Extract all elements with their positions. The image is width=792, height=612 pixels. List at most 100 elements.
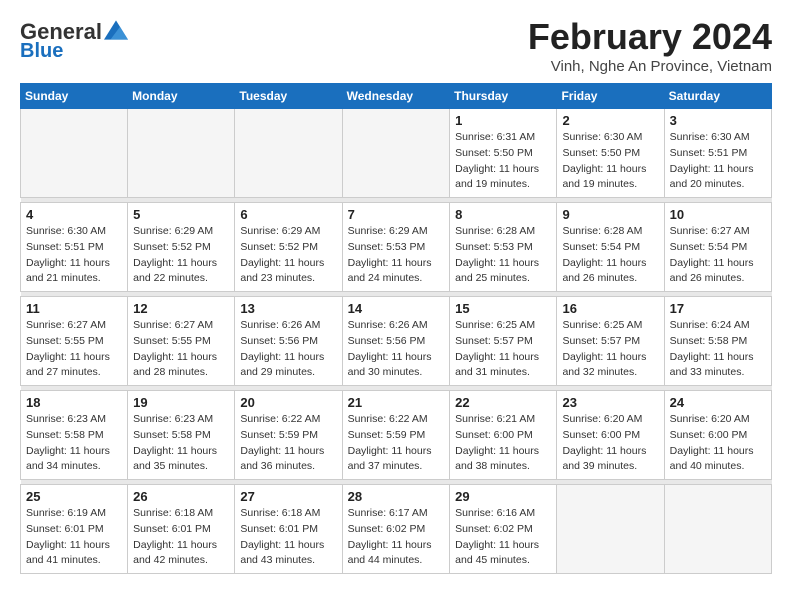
day-number: 28	[348, 489, 445, 504]
calendar-cell: 28 Sunrise: 6:17 AMSunset: 6:02 PMDayligh…	[342, 485, 450, 574]
day-info: Sunrise: 6:28 AMSunset: 5:53 PMDaylight:…	[455, 224, 551, 287]
calendar-cell: 3 Sunrise: 6:30 AMSunset: 5:51 PMDaylight…	[664, 109, 771, 198]
calendar-cell: 24 Sunrise: 6:20 AMSunset: 6:00 PMDayligh…	[664, 391, 771, 480]
calendar-cell: 8 Sunrise: 6:28 AMSunset: 5:53 PMDaylight…	[450, 203, 557, 292]
day-info: Sunrise: 6:27 AMSunset: 5:54 PMDaylight:…	[670, 224, 766, 287]
day-info: Sunrise: 6:25 AMSunset: 5:57 PMDaylight:…	[455, 318, 551, 381]
calendar-cell: 1Sunrise: 6:31 AMSunset: 5:50 PMDaylight…	[450, 109, 557, 198]
day-number: 6	[240, 207, 336, 222]
title-area: February 2024 Vinh, Nghe An Province, Vi…	[528, 16, 772, 75]
calendar-cell: 19 Sunrise: 6:23 AMSunset: 5:58 PMDayligh…	[128, 391, 235, 480]
calendar-table: SundayMondayTuesdayWednesdayThursdayFrid…	[20, 83, 772, 574]
day-number: 24	[670, 395, 766, 410]
calendar-cell: 7Sunrise: 6:29 AMSunset: 5:53 PMDaylight…	[342, 203, 450, 292]
day-info: Sunrise: 6:30 AMSunset: 5:50 PMDaylight:…	[562, 130, 658, 193]
day-info: Sunrise: 6:30 AMSunset: 5:51 PMDaylight:…	[26, 224, 122, 287]
calendar-header-row: SundayMondayTuesdayWednesdayThursdayFrid…	[21, 84, 772, 109]
day-info: Sunrise: 6:27 AMSunset: 5:55 PMDaylight:…	[133, 318, 229, 381]
day-info: Sunrise: 6:24 AMSunset: 5:58 PMDaylight:…	[670, 318, 766, 381]
calendar-cell: 27 Sunrise: 6:18 AMSunset: 6:01 PMDayligh…	[235, 485, 342, 574]
day-number: 20	[240, 395, 336, 410]
calendar-cell: 11 Sunrise: 6:27 AMSunset: 5:55 PMDayligh…	[21, 297, 128, 386]
calendar-week-row: 25 Sunrise: 6:19 AMSunset: 6:01 PMDayligh…	[21, 485, 772, 574]
calendar-cell	[21, 109, 128, 198]
calendar-week-row: 11 Sunrise: 6:27 AMSunset: 5:55 PMDayligh…	[21, 297, 772, 386]
day-info: Sunrise: 6:26 AMSunset: 5:56 PMDaylight:…	[348, 318, 445, 381]
calendar-cell: 29Sunrise: 6:16 AMSunset: 6:02 PMDayligh…	[450, 485, 557, 574]
calendar-cell	[235, 109, 342, 198]
day-info: Sunrise: 6:23 AMSunset: 5:58 PMDaylight:…	[26, 412, 122, 475]
day-info: Sunrise: 6:29 AMSunset: 5:52 PMDaylight:…	[133, 224, 229, 287]
day-number: 4	[26, 207, 122, 222]
location-subtitle: Vinh, Nghe An Province, Vietnam	[528, 58, 772, 75]
day-info: Sunrise: 6:18 AMSunset: 6:01 PMDaylight:…	[133, 506, 229, 569]
day-number: 17	[670, 301, 766, 316]
day-of-week-header: Monday	[128, 84, 235, 109]
day-of-week-header: Saturday	[664, 84, 771, 109]
calendar-cell: 17 Sunrise: 6:24 AMSunset: 5:58 PMDayligh…	[664, 297, 771, 386]
day-number: 27	[240, 489, 336, 504]
day-info: Sunrise: 6:21 AMSunset: 6:00 PMDaylight:…	[455, 412, 551, 475]
day-info: Sunrise: 6:18 AMSunset: 6:01 PMDaylight:…	[240, 506, 336, 569]
header: General Blue February 2024 Vinh, Nghe An…	[20, 16, 772, 75]
day-number: 21	[348, 395, 445, 410]
day-info: Sunrise: 6:30 AMSunset: 5:51 PMDaylight:…	[670, 130, 766, 193]
day-number: 10	[670, 207, 766, 222]
calendar-week-row: 1Sunrise: 6:31 AMSunset: 5:50 PMDaylight…	[21, 109, 772, 198]
day-number: 18	[26, 395, 122, 410]
month-year-title: February 2024	[528, 16, 772, 58]
day-number: 16	[562, 301, 658, 316]
day-number: 3	[670, 113, 766, 128]
calendar-cell: 10 Sunrise: 6:27 AMSunset: 5:54 PMDayligh…	[664, 203, 771, 292]
day-number: 19	[133, 395, 229, 410]
day-info: Sunrise: 6:20 AMSunset: 6:00 PMDaylight:…	[562, 412, 658, 475]
day-number: 1	[455, 113, 551, 128]
day-number: 8	[455, 207, 551, 222]
day-number: 15	[455, 301, 551, 316]
day-of-week-header: Tuesday	[235, 84, 342, 109]
day-number: 11	[26, 301, 122, 316]
day-info: Sunrise: 6:20 AMSunset: 6:00 PMDaylight:…	[670, 412, 766, 475]
day-number: 2	[562, 113, 658, 128]
day-info: Sunrise: 6:29 AMSunset: 5:53 PMDaylight:…	[348, 224, 445, 287]
day-number: 12	[133, 301, 229, 316]
calendar-cell: 22 Sunrise: 6:21 AMSunset: 6:00 PMDayligh…	[450, 391, 557, 480]
day-number: 25	[26, 489, 122, 504]
day-info: Sunrise: 6:29 AMSunset: 5:52 PMDaylight:…	[240, 224, 336, 287]
day-number: 5	[133, 207, 229, 222]
calendar-cell: 16Sunrise: 6:25 AMSunset: 5:57 PMDayligh…	[557, 297, 664, 386]
calendar-cell	[664, 485, 771, 574]
calendar-cell: 25 Sunrise: 6:19 AMSunset: 6:01 PMDayligh…	[21, 485, 128, 574]
calendar-cell: 2 Sunrise: 6:30 AMSunset: 5:50 PMDaylight…	[557, 109, 664, 198]
day-info: Sunrise: 6:27 AMSunset: 5:55 PMDaylight:…	[26, 318, 122, 381]
calendar-cell: 6 Sunrise: 6:29 AMSunset: 5:52 PMDaylight…	[235, 203, 342, 292]
day-info: Sunrise: 6:16 AMSunset: 6:02 PMDaylight:…	[455, 506, 551, 569]
calendar-cell: 9Sunrise: 6:28 AMSunset: 5:54 PMDaylight…	[557, 203, 664, 292]
day-info: Sunrise: 6:17 AMSunset: 6:02 PMDaylight:…	[348, 506, 445, 569]
day-of-week-header: Thursday	[450, 84, 557, 109]
day-of-week-header: Sunday	[21, 84, 128, 109]
day-of-week-header: Wednesday	[342, 84, 450, 109]
day-of-week-header: Friday	[557, 84, 664, 109]
calendar-cell: 21 Sunrise: 6:22 AMSunset: 5:59 PMDayligh…	[342, 391, 450, 480]
calendar-week-row: 4 Sunrise: 6:30 AMSunset: 5:51 PMDaylight…	[21, 203, 772, 292]
day-number: 14	[348, 301, 445, 316]
calendar-cell	[128, 109, 235, 198]
day-info: Sunrise: 6:22 AMSunset: 5:59 PMDaylight:…	[240, 412, 336, 475]
logo: General Blue	[20, 20, 128, 62]
day-number: 23	[562, 395, 658, 410]
day-info: Sunrise: 6:23 AMSunset: 5:58 PMDaylight:…	[133, 412, 229, 475]
day-number: 22	[455, 395, 551, 410]
calendar-cell	[557, 485, 664, 574]
calendar-cell: 20 Sunrise: 6:22 AMSunset: 5:59 PMDayligh…	[235, 391, 342, 480]
day-info: Sunrise: 6:22 AMSunset: 5:59 PMDaylight:…	[348, 412, 445, 475]
day-number: 13	[240, 301, 336, 316]
day-info: Sunrise: 6:19 AMSunset: 6:01 PMDaylight:…	[26, 506, 122, 569]
calendar-cell: 4 Sunrise: 6:30 AMSunset: 5:51 PMDaylight…	[21, 203, 128, 292]
calendar-cell: 14 Sunrise: 6:26 AMSunset: 5:56 PMDayligh…	[342, 297, 450, 386]
calendar-cell: 23 Sunrise: 6:20 AMSunset: 6:00 PMDayligh…	[557, 391, 664, 480]
calendar-week-row: 18 Sunrise: 6:23 AMSunset: 5:58 PMDayligh…	[21, 391, 772, 480]
day-number: 9	[562, 207, 658, 222]
calendar-cell	[342, 109, 450, 198]
day-info: Sunrise: 6:26 AMSunset: 5:56 PMDaylight:…	[240, 318, 336, 381]
